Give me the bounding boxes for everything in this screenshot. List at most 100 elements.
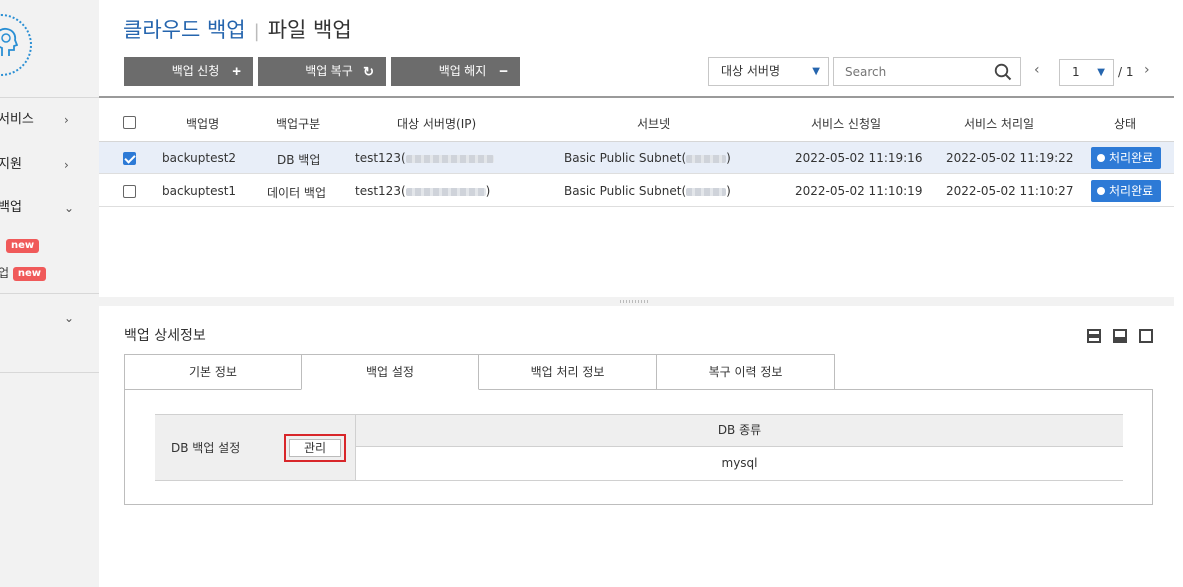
server-name: test123(: [355, 184, 406, 198]
server-close: ): [485, 184, 491, 198]
tab-restore-history[interactable]: 복구 이력 정보: [656, 354, 835, 390]
search-input[interactable]: [834, 58, 984, 85]
cell-backup-type: 데이터 백업: [267, 186, 327, 200]
sidebar-divider: [0, 97, 99, 98]
cell-requested: 2022-05-02 11:19:16: [795, 151, 923, 165]
subnet-name: Basic Public Subnet(: [564, 151, 687, 165]
support-head-icon: [0, 27, 18, 56]
column-header-subnet[interactable]: 서브넷: [637, 115, 670, 132]
search-icon[interactable]: [994, 63, 1012, 81]
status-badge: 처리완료: [1091, 180, 1161, 202]
view-split-icon[interactable]: [1113, 329, 1127, 343]
pager-prev-icon[interactable]: ‹: [1034, 62, 1040, 78]
tab-backup-settings[interactable]: 백업 설정: [301, 354, 479, 390]
search-box: [833, 57, 1021, 86]
row-checkbox[interactable]: [123, 152, 136, 165]
new-badge: new: [6, 238, 40, 253]
tab-backup-processing[interactable]: 백업 처리 정보: [478, 354, 657, 390]
column-header-requested[interactable]: 서비스 신청일: [811, 115, 881, 132]
server-name: test123(: [355, 151, 406, 165]
button-label: 백업 해지: [438, 64, 487, 78]
backup-cancel-button[interactable]: 백업 해지 −: [391, 57, 520, 86]
sidebar-item-collapsed[interactable]: ⌄: [0, 306, 99, 330]
row-checkbox[interactable]: [123, 185, 136, 198]
select-value: 대상 서버명: [721, 64, 781, 78]
cell-processed: 2022-05-02 11:10:27: [946, 184, 1074, 198]
backup-apply-button[interactable]: 백업 신청 +: [124, 57, 253, 86]
subnet-close: ): [726, 184, 731, 198]
app-window: 서비스 › 지원 › 백업 ⌄ new 업 new ⌄ 클라우드 백업 | 파일 백…: [0, 0, 1183, 587]
cell-server: test123(: [355, 151, 494, 165]
sidebar-subitem-label: 업: [0, 266, 10, 280]
refresh-icon: ↻: [363, 64, 374, 79]
cell-backup-name: backuptest1: [162, 184, 237, 198]
panel-splitter[interactable]: [99, 297, 1174, 306]
column-header-processed[interactable]: 서비스 처리일: [964, 115, 1034, 132]
status-label: 처리완료: [1109, 151, 1154, 165]
avatar[interactable]: [0, 14, 32, 76]
cell-backup-type: DB 백업: [277, 153, 321, 167]
sidebar-item-support[interactable]: 지원 ›: [0, 153, 99, 177]
column-header-name[interactable]: 백업명: [186, 115, 219, 132]
db-type-header: DB 종류: [355, 415, 1123, 447]
page-select[interactable]: 1 ▼: [1059, 59, 1114, 86]
manage-button[interactable]: 관리: [289, 439, 341, 457]
chevron-right-icon: ›: [64, 113, 69, 127]
cell-backup-name: backuptest2: [162, 151, 237, 165]
status-label: 처리완료: [1109, 184, 1154, 198]
pager-next-icon[interactable]: ›: [1144, 62, 1150, 78]
chevron-down-icon: ⌄: [64, 201, 75, 215]
cell-requested: 2022-05-02 11:10:19: [795, 184, 923, 198]
sidebar-subitem-backup-2[interactable]: 업 new: [0, 264, 47, 282]
search-filter-select[interactable]: 대상 서버명 ▼: [708, 57, 829, 86]
backup-restore-button[interactable]: 백업 복구 ↻: [258, 57, 386, 86]
sidebar-item-label: 지원: [0, 157, 22, 172]
redacted-ip: [405, 154, 494, 163]
sidebar-item-label: 백업: [0, 200, 22, 215]
chevron-right-icon: ›: [64, 158, 69, 172]
table-row[interactable]: backuptest1 데이터 백업 test123() Basic Publi…: [99, 175, 1174, 207]
minus-icon: −: [499, 63, 508, 80]
sidebar-subitem-backup-1[interactable]: new: [6, 236, 40, 254]
tab-panel-backup-settings: DB 백업 설정 관리 DB 종류 mysql: [124, 389, 1153, 505]
subnet-name: Basic Public Subnet(: [564, 184, 687, 198]
grid-header: 백업명 백업구분 대상 서버명(IP) 서브넷 서비스 신청일 서비스 처리일 …: [99, 96, 1174, 142]
button-label: 백업 신청: [171, 64, 220, 78]
table-row[interactable]: backuptest2 DB 백업 test123( Basic Public …: [99, 142, 1174, 174]
tab-basic-info[interactable]: 기본 정보: [124, 354, 302, 390]
sidebar: 서비스 › 지원 › 백업 ⌄ new 업 new ⌄: [0, 0, 99, 587]
db-backup-settings-table: DB 백업 설정 관리 DB 종류 mysql: [155, 414, 1123, 481]
chevron-down-icon: ⌄: [64, 311, 75, 325]
sidebar-item-backup[interactable]: 백업 ⌄: [0, 196, 99, 220]
select-all-checkbox[interactable]: [123, 116, 136, 129]
drag-grip-icon[interactable]: [620, 300, 650, 303]
redacted-subnet: [686, 187, 727, 196]
manage-highlight: 관리: [284, 434, 346, 462]
column-header-server[interactable]: 대상 서버명(IP): [397, 115, 476, 132]
page-title: 클라우드 백업 | 파일 백업: [123, 14, 352, 44]
status-badge: 처리완료: [1091, 147, 1161, 169]
redacted-subnet: [686, 154, 727, 163]
view-collapse-icon[interactable]: [1087, 329, 1101, 343]
cell-subnet: Basic Public Subnet(): [564, 151, 731, 165]
button-label: 백업 복구: [305, 64, 353, 78]
sidebar-item-service[interactable]: 서비스 ›: [0, 108, 99, 132]
page-total: / 1: [1118, 65, 1134, 79]
caret-down-icon: ▼: [812, 66, 820, 77]
cell-server: test123(): [355, 184, 490, 198]
page-title-main: 클라우드 백업: [123, 18, 246, 42]
scroll-gutter: [1174, 96, 1183, 587]
db-backup-setting-label: DB 백업 설정: [171, 441, 241, 455]
view-maximize-icon[interactable]: [1139, 329, 1153, 343]
status-dot-icon: [1097, 153, 1105, 162]
caret-down-icon: ▼: [1097, 67, 1105, 78]
column-header-status[interactable]: 상태: [1114, 115, 1136, 132]
sidebar-divider: [0, 372, 99, 373]
detail-title: 백업 상세정보: [124, 328, 206, 344]
cell-processed: 2022-05-02 11:19:22: [946, 151, 1074, 165]
page-title-sub: 파일 백업: [267, 18, 352, 42]
status-dot-icon: [1097, 186, 1105, 195]
db-type-value: mysql: [355, 447, 1123, 480]
sidebar-divider: [0, 293, 99, 294]
column-header-type[interactable]: 백업구분: [276, 115, 320, 132]
